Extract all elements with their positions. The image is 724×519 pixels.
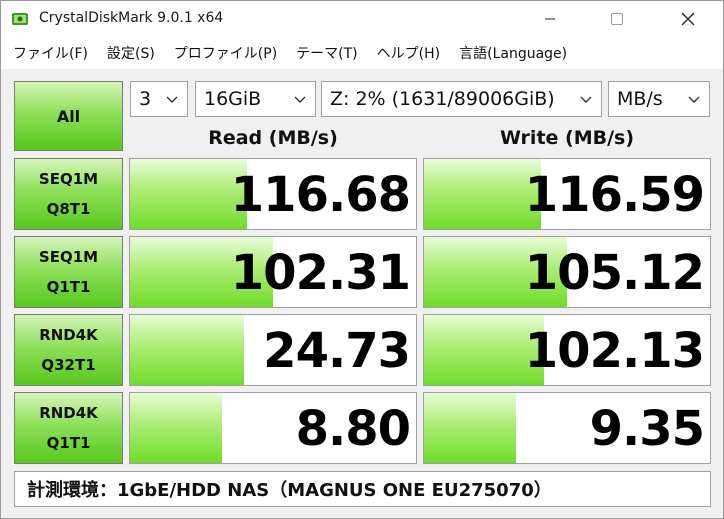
close-button[interactable]	[665, 1, 711, 37]
app-window: CrystalDiskMark 9.0.1 x64 ファイル(F) 設定(S) …	[0, 0, 724, 519]
test-count-select[interactable]: 3	[130, 81, 188, 117]
drive-value: Z: 2% (1631/89006GiB)	[330, 88, 555, 110]
result-write-rnd4k-q1t1: 9.35	[423, 392, 711, 464]
menu-language[interactable]: 言語(Language)	[447, 43, 567, 63]
result-bar	[424, 393, 516, 463]
result-write-seq1m-q1t1: 105.12	[423, 236, 711, 308]
chevron-down-icon	[688, 96, 700, 103]
result-read-seq1m-q1t1: 102.31	[129, 236, 417, 308]
chevron-down-icon	[166, 96, 178, 103]
menu-help[interactable]: ヘルプ(H)	[365, 43, 440, 63]
result-write-rnd4k-q32t1: 102.13	[423, 314, 711, 386]
test-size-value: 16GiB	[204, 88, 262, 110]
result-read-rnd4k-q1t1: 8.80	[129, 392, 417, 464]
maximize-icon	[611, 13, 623, 25]
drive-select[interactable]: Z: 2% (1631/89006GiB)	[321, 81, 602, 117]
all-button[interactable]: All	[14, 81, 123, 151]
result-value: 116.68	[230, 167, 411, 223]
test-label-line2: Q1T1	[46, 278, 91, 296]
minimize-icon	[545, 18, 555, 20]
test-label-line1: RND4K	[39, 326, 98, 344]
result-value: 24.73	[263, 323, 411, 379]
result-value: 102.31	[230, 245, 411, 301]
read-header: Read (MB/s)	[208, 127, 338, 149]
test-button-seq1m-q1t1[interactable]: SEQ1M Q1T1	[14, 236, 123, 308]
chevron-down-icon	[580, 96, 592, 103]
test-button-seq1m-q8t1[interactable]: SEQ1M Q8T1	[14, 158, 123, 230]
minimize-button[interactable]	[527, 1, 573, 37]
result-value: 102.13	[524, 323, 705, 379]
title-bar[interactable]: CrystalDiskMark 9.0.1 x64	[1, 1, 723, 37]
test-label-line2: Q8T1	[46, 200, 91, 218]
test-size-select[interactable]: 16GiB	[195, 81, 316, 117]
result-bar	[130, 159, 248, 229]
test-label-line1: SEQ1M	[38, 248, 99, 266]
test-label-line1: RND4K	[39, 404, 98, 422]
result-value: 105.12	[524, 245, 705, 301]
test-count-value: 3	[139, 88, 152, 110]
menu-profile[interactable]: プロファイル(P)	[162, 43, 277, 63]
test-button-rnd4k-q32t1[interactable]: RND4K Q32T1	[14, 314, 123, 386]
test-label-line1: SEQ1M	[38, 170, 99, 188]
result-read-rnd4k-q32t1: 24.73	[129, 314, 417, 386]
menu-settings[interactable]: 設定(S)	[95, 43, 155, 63]
result-write-seq1m-q8t1: 116.59	[423, 158, 711, 230]
maximize-button[interactable]	[594, 1, 640, 37]
write-header: Write (MB/s)	[499, 127, 635, 149]
unit-value: MB/s	[617, 88, 663, 110]
result-value: 9.35	[589, 401, 705, 457]
test-button-rnd4k-q1t1[interactable]: RND4K Q1T1	[14, 392, 123, 464]
result-value: 8.80	[295, 401, 411, 457]
comment-input[interactable]: 計測環境：1GbE/HDD NAS（MAGNUS ONE EU275070）	[14, 471, 711, 507]
result-bar	[130, 315, 245, 385]
result-bar	[424, 159, 542, 229]
result-value: 116.59	[524, 167, 705, 223]
menu-bar: ファイル(F) 設定(S) プロファイル(P) テーマ(T) ヘルプ(H) 言語…	[1, 37, 723, 69]
window-title: CrystalDiskMark 9.0.1 x64	[39, 10, 224, 26]
result-bar	[130, 393, 222, 463]
app-icon	[12, 13, 28, 25]
test-label-line2: Q1T1	[46, 434, 91, 452]
close-icon	[681, 12, 695, 26]
menu-file[interactable]: ファイル(F)	[1, 43, 88, 63]
result-read-seq1m-q8t1: 116.68	[129, 158, 417, 230]
unit-select[interactable]: MB/s	[608, 81, 710, 117]
chevron-down-icon	[294, 96, 306, 103]
test-label-line2: Q32T1	[41, 356, 96, 374]
menu-theme[interactable]: テーマ(T)	[284, 43, 357, 63]
